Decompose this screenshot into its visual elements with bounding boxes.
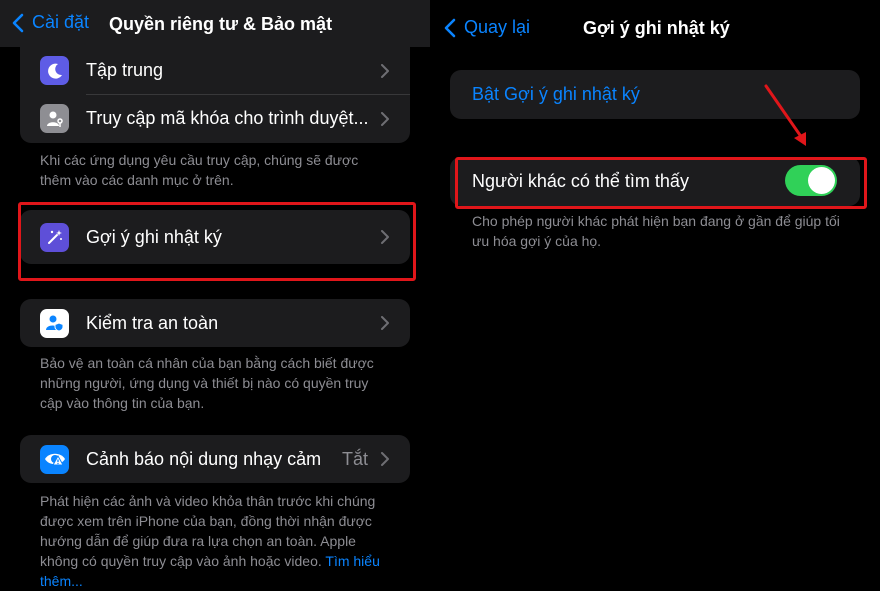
back-label: Quay lại [464,17,531,37]
highlight-box [455,157,867,209]
row-passkey-label: Truy cập mã khóa cho trình duyệt... [86,108,369,128]
chevron-right-icon [381,63,389,78]
arrow-annotation-icon [764,84,806,146]
row-focus-label: Tập trung [86,60,164,80]
chevron-right-icon [381,452,389,466]
person-key-icon [40,104,69,133]
row-sensitive-content-warning[interactable]: Cảnh báo nội dung nhạy cảm Tắt [20,435,410,483]
safety-group: Kiểm tra an toàn [20,299,410,347]
row-sensitive-value: Tắt [341,448,368,469]
row-passkey-access[interactable]: Truy cập mã khóa cho trình duyệt... [20,96,410,141]
page-title: Gợi ý ghi nhật ký [583,18,730,38]
moon-icon [40,56,69,85]
journal-suggestions-screen: Quay lại Gợi ý ghi nhật ký Bật Gợi ý ghi… [430,0,880,591]
apps-group: Tập trung Truy cập mã khóa cho trình duy… [20,40,410,143]
chevron-right-icon [381,111,389,126]
enable-journal-label: Bật Gợi ý ghi nhật ký [472,84,640,104]
settings-privacy-screen: Cài đặt Quyền riêng tư & Bảo mật Tập tru… [0,0,430,591]
divider [86,94,410,95]
sensitive-group: Cảnh báo nội dung nhạy cảm Tắt [20,435,410,483]
safety-footer: Bảo vệ an toàn cá nhân của bạn bằng cách… [40,355,374,411]
back-button[interactable]: Quay lại [444,17,530,38]
row-safety-check[interactable]: Kiểm tra an toàn [20,299,410,347]
chevron-left-icon [12,13,24,32]
page-title: Quyền riêng tư & Bảo mật [109,14,333,34]
row-sensitive-label: Cảnh báo nội dung nhạy cảm [86,448,322,469]
chevron-left-icon [444,18,456,37]
row-focus[interactable]: Tập trung [20,48,410,93]
eye-warning-icon [40,444,69,474]
row-safety-label: Kiểm tra an toàn [86,312,219,333]
person-shield-icon [40,308,69,338]
back-label: Cài đặt [32,12,90,32]
apps-footer: Khi các ứng dụng yêu cầu truy cập, chúng… [40,152,359,188]
sensitive-footer: Phát hiện các ảnh và video khỏa thân trư… [40,491,390,591]
chevron-right-icon [381,316,389,330]
highlight-box [18,202,416,281]
back-button[interactable]: Cài đặt [12,12,89,33]
discoverable-footer: Cho phép người khác phát hiện bạn đang ở… [472,213,840,249]
